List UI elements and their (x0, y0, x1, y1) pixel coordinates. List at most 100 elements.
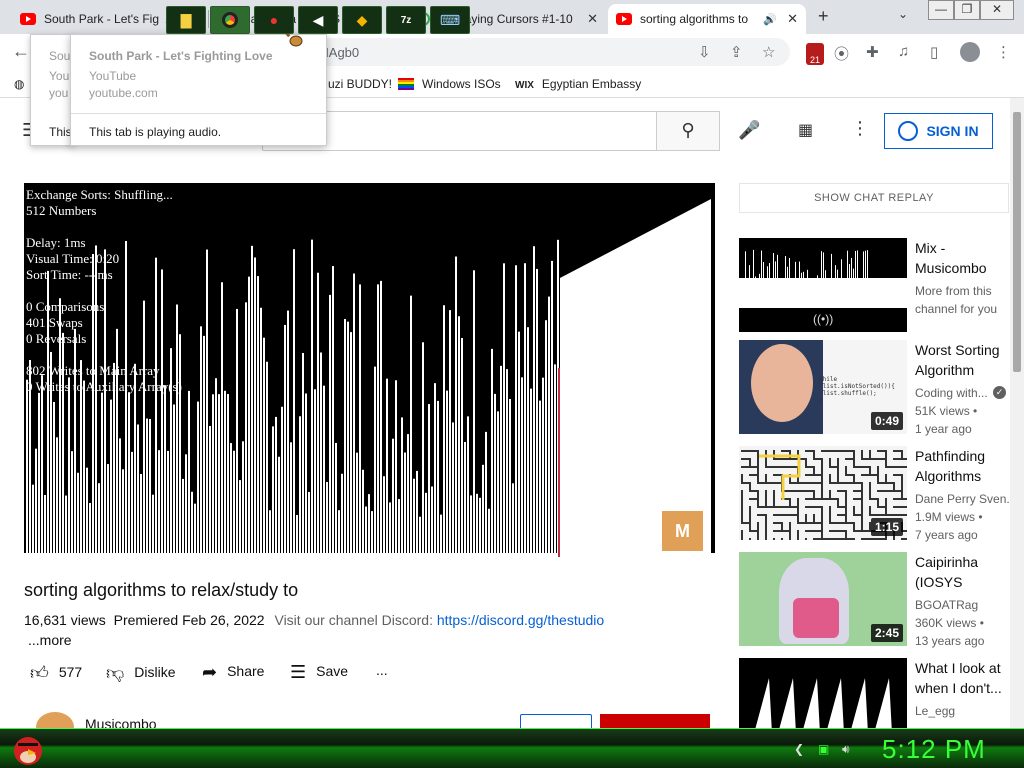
maze-wall (845, 482, 853, 484)
speaker-icon[interactable]: 🔊 (763, 13, 777, 26)
more-actions-button[interactable]: ... (376, 662, 388, 678)
recommendation-title[interactable]: What I look at when I don't... (915, 658, 1009, 698)
maze-wall (837, 474, 839, 482)
sort-bar (554, 364, 556, 557)
recommendation-title[interactable]: Caipirinha (IOSYS Remix) (915, 552, 1009, 592)
tray-battery-icon[interactable]: ▣ (818, 742, 829, 756)
media-control-icon[interactable]: ♫ (898, 43, 909, 60)
video-thumbnail[interactable]: while (list.isNotSorted()){ list.shuffle… (739, 340, 907, 434)
taskbar-file-explorer[interactable]: ▇ (166, 6, 206, 34)
overlay-line: 512 Numbers (26, 203, 97, 218)
close-tab-icon[interactable]: ✕ (787, 11, 798, 27)
microphone-icon[interactable]: 🎤 (738, 120, 760, 141)
maze-wall (853, 466, 861, 468)
maze-wall (741, 522, 749, 524)
apps-grid-icon[interactable]: ▦ (798, 120, 813, 140)
new-tab-button[interactable]: + (818, 6, 829, 27)
minimize-button[interactable]: — (928, 0, 954, 20)
maze-wall (757, 490, 759, 498)
extension-flag-icon[interactable]: ⦿ (834, 43, 849, 64)
maze-wall (741, 466, 749, 468)
sort-bar (539, 400, 541, 557)
like-button[interactable]: 👍︎ 577 (30, 662, 82, 684)
back-arrow-icon[interactable]: ← (12, 41, 30, 62)
recommendation-views: 360K views • (915, 616, 984, 630)
taskbar-7zip[interactable]: 7z (386, 6, 426, 34)
recommendation-item[interactable]: while (list.isNotSorted()){ list.shuffle… (739, 340, 1009, 436)
sort-bar (443, 305, 445, 557)
search-button[interactable]: ⚲ (656, 111, 720, 151)
overlay-line: 802 Writes to Main Array (26, 363, 160, 378)
show-chat-replay-button[interactable]: SHOW CHAT REPLAY (739, 183, 1009, 213)
video-player[interactable]: Exchange Sorts: Shuffling... 512 Numbers … (24, 183, 715, 563)
taskbar-volume-app[interactable]: ◀ (298, 6, 338, 34)
share-button[interactable]: ➦ Share (202, 662, 264, 683)
taskbar-chrome[interactable] (210, 6, 250, 34)
sort-bar (221, 282, 223, 557)
maze-wall (821, 506, 823, 514)
puzzle-icon[interactable]: ✚ (866, 43, 879, 61)
sort-bar (227, 393, 229, 557)
mix-bar (789, 257, 790, 308)
video-thumbnail[interactable]: 1:15 (739, 446, 907, 540)
recommendation-title[interactable]: Mix - Musicombo (915, 238, 1009, 278)
show-more-link[interactable]: ...more (28, 632, 72, 648)
sort-bar (26, 379, 28, 557)
maze-wall (765, 474, 767, 482)
side-panel-icon[interactable]: ▯ (930, 43, 938, 61)
dislike-button[interactable]: 👎︎ Dislike (106, 662, 176, 684)
bookmark-uzi-buddy[interactable]: uzi BUDDY! (328, 77, 392, 91)
discord-link[interactable]: https://discord.gg/thestudio (437, 612, 604, 628)
profile-avatar[interactable] (960, 42, 980, 62)
share-icon[interactable]: ⇪ (730, 43, 743, 61)
globe-icon[interactable]: ◍ (14, 77, 24, 91)
maze-wall (877, 514, 885, 516)
tray-chevron-icon[interactable]: ❮ (794, 742, 804, 756)
maze-wall (829, 450, 837, 452)
maze-wall (781, 522, 783, 530)
maze-wall (853, 538, 855, 540)
maze-wall (869, 506, 871, 514)
recommendation-item[interactable]: 1:15 Pathfinding Algorithms Dane Perry S… (739, 446, 1009, 542)
recommendation-views: 51K views • (915, 404, 978, 418)
bookmark-egyptian-embassy[interactable]: WIX Egyptian Embassy (515, 77, 641, 91)
taskbar-network-app[interactable]: ◆ (342, 6, 382, 34)
sign-in-button[interactable]: SIGN IN (884, 113, 993, 149)
maze-wall (837, 514, 845, 516)
close-tab-icon[interactable]: ✕ (587, 11, 598, 27)
recommendation-title[interactable]: Pathfinding Algorithms (915, 446, 1009, 486)
angry-bird-start-icon[interactable] (6, 731, 50, 767)
star-icon[interactable]: ☆ (762, 43, 775, 61)
settings-dots-icon[interactable]: ⋮ (851, 118, 869, 139)
kebab-menu-icon[interactable]: ⋮ (996, 43, 1011, 61)
tab-search-chevron-icon[interactable]: ⌄ (898, 7, 908, 21)
taskbar-clock[interactable]: 5:12 PM (882, 734, 986, 765)
video-thumbnail[interactable]: 2:45 (739, 552, 907, 646)
maze-wall (885, 490, 893, 492)
mix-bar (743, 287, 744, 308)
recommendation-item[interactable]: 2:45 Caipirinha (IOSYS Remix) BGOATRag 3… (739, 552, 1009, 648)
restore-button[interactable]: ❐ (954, 0, 980, 20)
sort-bar (530, 388, 532, 557)
window-close-button[interactable]: ✕ (980, 0, 1014, 20)
bookmark-windows-isos[interactable]: Windows ISOs (398, 77, 501, 91)
tab-sorting-algorithms[interactable]: sorting algorithms to 🔊 ✕ (608, 4, 806, 34)
scrollbar-thumb[interactable] (1013, 112, 1021, 372)
maze-wall (821, 530, 823, 538)
save-button[interactable]: ☰ Save (290, 662, 348, 683)
taskbar-keyboard[interactable]: ⌨ (430, 6, 470, 34)
recommendation-item[interactable]: ((•)) Mix - Musicombo More from this cha… (739, 238, 1009, 334)
channel-watermark-logo[interactable]: M (662, 511, 703, 551)
taskbar-bird-app[interactable]: ● (254, 6, 294, 34)
recommendation-title[interactable]: Worst Sorting Algorithm Eve... (915, 340, 1009, 380)
install-icon[interactable]: ⇩ (698, 43, 711, 61)
page-scrollbar[interactable] (1010, 98, 1024, 728)
mix-bar (761, 250, 762, 308)
video-thumbnail[interactable]: ((•)) (739, 238, 907, 332)
recommendation-item[interactable]: What I look at when I don't... Le_egg (739, 658, 1009, 728)
tray-volume-icon[interactable]: 🔊︎ (842, 742, 850, 757)
mix-bar (843, 296, 844, 308)
video-thumbnail[interactable] (739, 658, 907, 728)
extension-badge[interactable]: 21 (806, 43, 824, 65)
recommendation-channel: Dane Perry Sven... (915, 492, 1009, 506)
